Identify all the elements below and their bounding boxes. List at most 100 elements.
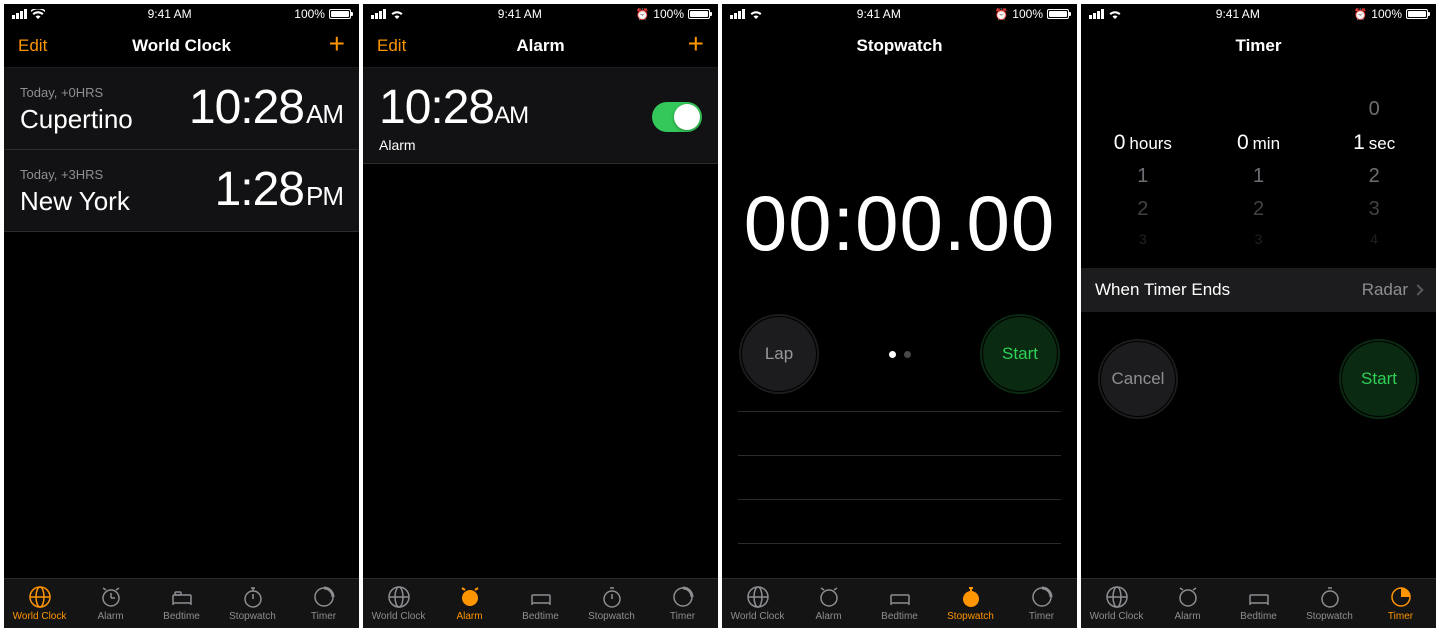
tab-bedtime[interactable]: Bedtime: [505, 585, 576, 622]
page-title: Stopwatch: [796, 36, 1003, 56]
timer-icon: [1389, 585, 1413, 609]
battery-icon: [688, 9, 710, 19]
add-button[interactable]: +: [329, 28, 345, 59]
tab-alarm[interactable]: Alarm: [793, 585, 864, 622]
tab-timer[interactable]: Timer: [1006, 585, 1077, 622]
stopwatch-icon: [1318, 585, 1342, 609]
tab-timer[interactable]: Timer: [1365, 585, 1436, 622]
signal-icon: [1089, 9, 1104, 19]
tab-alarm[interactable]: Alarm: [75, 585, 146, 622]
screen-alarm: 9:41 AM ⏰100% Edit Alarm + 10:28AM Alarm…: [363, 4, 718, 628]
timer-icon: [1030, 585, 1054, 609]
wifi-icon: [1108, 9, 1122, 19]
battery-icon: [329, 9, 351, 19]
row-value: Radar: [1362, 280, 1408, 300]
statusbar-time: 9:41 AM: [1216, 7, 1260, 21]
tab-worldclock[interactable]: World Clock: [722, 585, 793, 622]
city-label: New York: [20, 186, 130, 217]
status-bar: 9:41 AM ⏰100%: [363, 4, 718, 24]
globe-icon: [387, 585, 411, 609]
battery-percent: 100%: [653, 7, 684, 21]
stopwatch-display: 00:00.00: [722, 178, 1077, 269]
statusbar-time: 9:41 AM: [148, 7, 192, 21]
stopwatch-icon: [959, 585, 983, 609]
alarm-status-icon: ⏰: [1354, 8, 1368, 21]
page-title: World Clock: [78, 36, 285, 56]
bed-icon: [529, 585, 553, 609]
lap-button[interactable]: Lap: [742, 317, 816, 391]
tab-worldclock[interactable]: World Clock: [4, 585, 75, 622]
stopwatch-icon: [241, 585, 265, 609]
worldclock-row[interactable]: Today, +0HRS Cupertino 10:28AM: [4, 68, 359, 150]
tab-worldclock[interactable]: World Clock: [1081, 585, 1152, 622]
tab-timer[interactable]: Timer: [288, 585, 359, 622]
tab-bar: World Clock Alarm Bedtime Stopwatch Time…: [4, 578, 359, 628]
timer-icon: [671, 585, 695, 609]
min-column[interactable]: . 0min 1 2 3: [1201, 98, 1317, 248]
when-timer-ends-row[interactable]: When Timer Ends Radar: [1081, 268, 1436, 312]
statusbar-time: 9:41 AM: [498, 7, 542, 21]
tab-timer[interactable]: Timer: [647, 585, 718, 622]
battery-icon: [1406, 9, 1428, 19]
tab-bedtime[interactable]: Bedtime: [146, 585, 217, 622]
add-button[interactable]: +: [688, 28, 704, 59]
tab-stopwatch[interactable]: Stopwatch: [217, 585, 288, 622]
alarm-icon: [99, 585, 123, 609]
start-button[interactable]: Start: [983, 317, 1057, 391]
worldclock-row[interactable]: Today, +3HRS New York 1:28PM: [4, 150, 359, 232]
wifi-icon: [390, 9, 404, 19]
tab-stopwatch[interactable]: Stopwatch: [576, 585, 647, 622]
laps-list: [722, 411, 1077, 578]
navbar: Edit Alarm +: [363, 24, 718, 68]
navbar: Stopwatch: [722, 24, 1077, 68]
tab-bar: World Clock Alarm Bedtime Stopwatch Time…: [722, 578, 1077, 628]
bed-icon: [888, 585, 912, 609]
wifi-icon: [749, 9, 763, 19]
tab-worldclock[interactable]: World Clock: [363, 585, 434, 622]
page-indicator[interactable]: [889, 351, 911, 358]
alarm-status-icon: ⏰: [995, 8, 1009, 21]
signal-icon: [12, 9, 27, 19]
alarm-time: 10:28AM: [379, 80, 528, 135]
battery-icon: [1047, 9, 1069, 19]
alarm-row[interactable]: 10:28AM Alarm: [363, 68, 718, 164]
row-label: When Timer Ends: [1095, 280, 1230, 300]
tab-bedtime[interactable]: Bedtime: [1223, 585, 1294, 622]
tab-bedtime[interactable]: Bedtime: [864, 585, 935, 622]
bed-icon: [1247, 585, 1271, 609]
page-title: Timer: [1155, 36, 1362, 56]
bed-icon: [170, 585, 194, 609]
battery-percent: 100%: [1012, 7, 1043, 21]
tab-alarm[interactable]: Alarm: [434, 585, 505, 622]
edit-button[interactable]: Edit: [377, 36, 437, 56]
cancel-button[interactable]: Cancel: [1101, 342, 1175, 416]
chevron-right-icon: [1412, 284, 1423, 295]
time-display: 10:28AM: [189, 80, 343, 135]
duration-picker[interactable]: . 0hours 1 2 3 . 0min 1 2 3 0 1sec 2 3 4: [1081, 68, 1436, 248]
start-button[interactable]: Start: [1342, 342, 1416, 416]
hours-column[interactable]: . 0hours 1 2 3: [1085, 98, 1201, 248]
alarm-icon: [1176, 585, 1200, 609]
globe-icon: [28, 585, 52, 609]
battery-percent: 100%: [294, 7, 325, 21]
edit-button[interactable]: Edit: [18, 36, 78, 56]
tab-bar: World Clock Alarm Bedtime Stopwatch Time…: [363, 578, 718, 628]
sec-column[interactable]: 0 1sec 2 3 4: [1316, 98, 1432, 248]
battery-percent: 100%: [1371, 7, 1402, 21]
alarm-status-icon: ⏰: [636, 8, 650, 21]
status-bar: 9:41 AM 100%: [4, 4, 359, 24]
signal-icon: [371, 9, 386, 19]
screen-stopwatch: 9:41 AM ⏰100% Stopwatch 00:00.00 Lap Sta…: [722, 4, 1077, 628]
signal-icon: [730, 9, 745, 19]
tab-stopwatch[interactable]: Stopwatch: [935, 585, 1006, 622]
alarm-toggle[interactable]: [652, 102, 702, 132]
city-label: Cupertino: [20, 104, 133, 135]
page-title: Alarm: [437, 36, 644, 56]
status-bar: 9:41 AM ⏰100%: [722, 4, 1077, 24]
timer-icon: [312, 585, 336, 609]
alarm-icon: [458, 585, 482, 609]
tab-stopwatch[interactable]: Stopwatch: [1294, 585, 1365, 622]
tab-bar: World Clock Alarm Bedtime Stopwatch Time…: [1081, 578, 1436, 628]
tab-alarm[interactable]: Alarm: [1152, 585, 1223, 622]
wifi-icon: [31, 9, 45, 19]
